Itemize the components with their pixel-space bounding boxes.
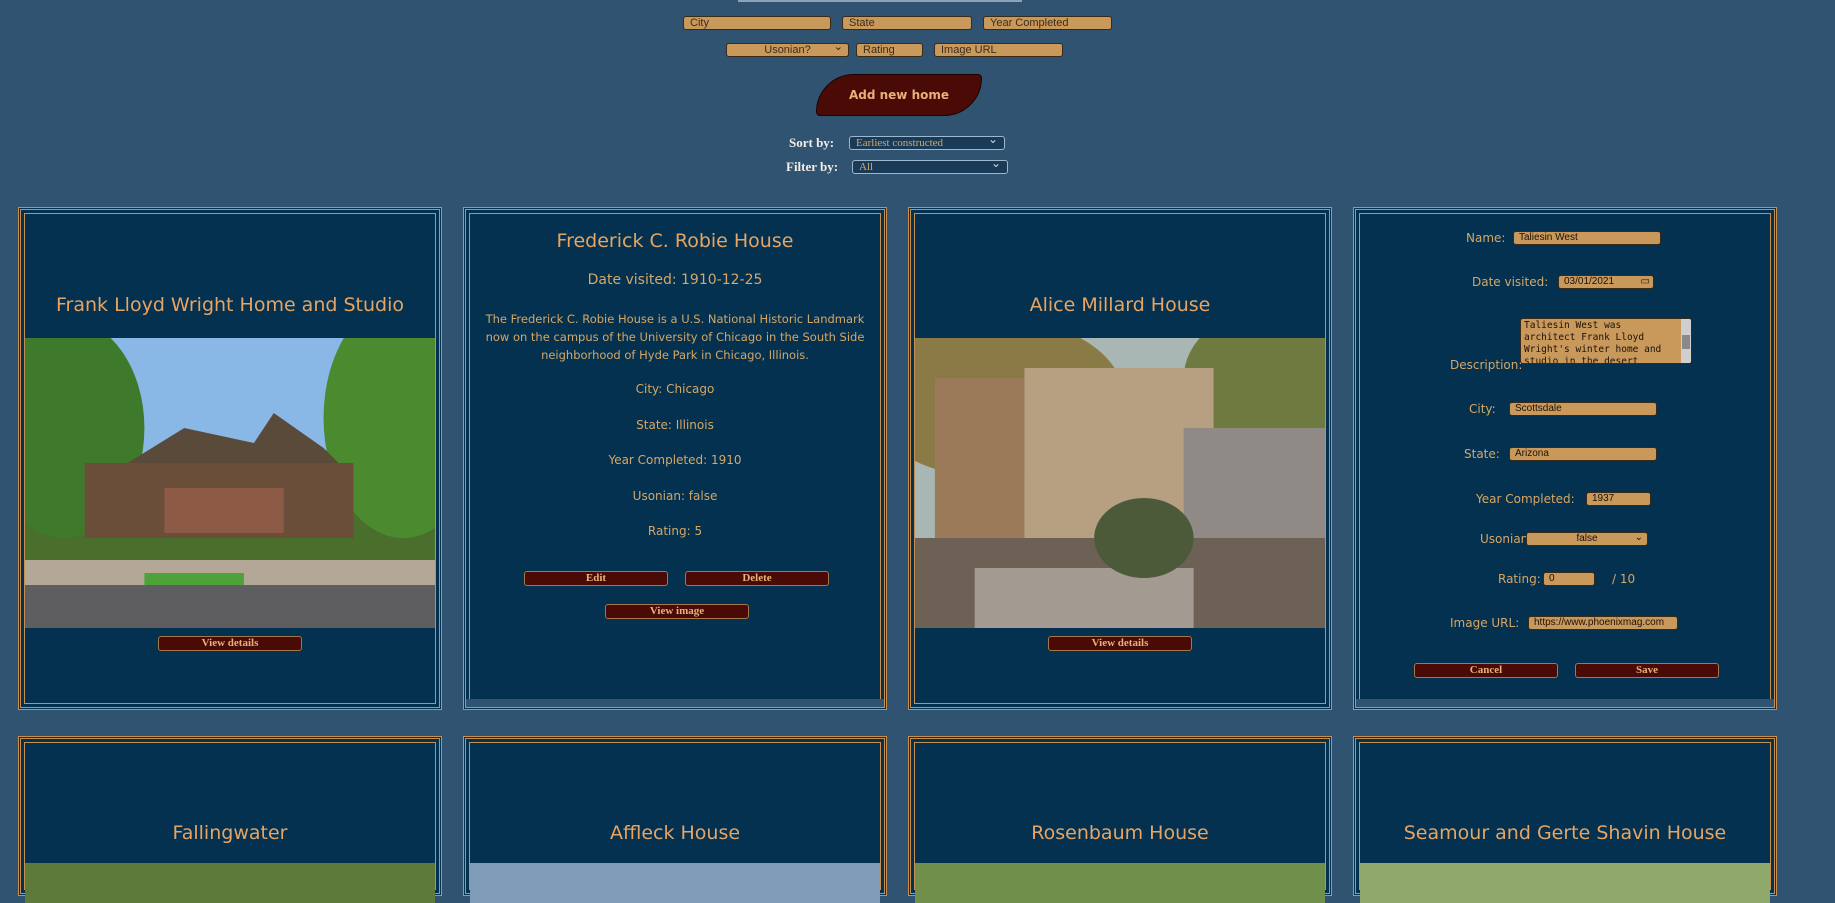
description-value: Taliesin West was architect Frank Lloyd … bbox=[1524, 320, 1662, 364]
home-card: Frank Lloyd Wright Home and Studio View … bbox=[18, 207, 442, 710]
card-title: Seamour and Gerte Shavin House bbox=[1403, 822, 1727, 844]
home-image bbox=[1360, 863, 1770, 903]
card-title: Alice Millard House bbox=[1029, 294, 1211, 316]
rating-input[interactable]: 0 bbox=[1543, 572, 1595, 586]
home-card-expanded: Frederick C. Robie House Date visited: 1… bbox=[463, 207, 887, 710]
city-label: City: bbox=[1469, 402, 1496, 416]
description-label: Description: bbox=[1450, 358, 1523, 372]
view-details-button[interactable]: View details bbox=[158, 636, 302, 651]
usonian-label: Usonian: bbox=[1480, 532, 1533, 546]
filter-label: Filter by: bbox=[786, 159, 839, 174]
page-top-divider bbox=[738, 0, 1022, 2]
home-image bbox=[915, 338, 1325, 628]
sort-label: Sort by: bbox=[789, 135, 835, 150]
card-title: Frederick C. Robie House bbox=[556, 230, 794, 252]
view-details-button[interactable]: View details bbox=[1048, 636, 1192, 651]
name-input[interactable]: Taliesin West bbox=[1513, 231, 1661, 245]
city-input[interactable]: City bbox=[683, 16, 831, 30]
home-card: Affleck House bbox=[463, 736, 887, 903]
home-image bbox=[25, 863, 435, 903]
date-visited: Date visited: 1910-12-25 bbox=[587, 272, 763, 288]
edit-button[interactable]: Edit bbox=[524, 571, 668, 586]
home-card: Rosenbaum House bbox=[908, 736, 1332, 903]
home-card: Seamour and Gerte Shavin House bbox=[1353, 736, 1777, 903]
save-button[interactable]: Save bbox=[1575, 663, 1719, 678]
home-image bbox=[915, 863, 1325, 903]
rating-text: Rating: 5 bbox=[647, 524, 703, 538]
usonian-text: Usonian: false bbox=[632, 489, 718, 503]
date-input[interactable]: 03/01/2021 ▭ bbox=[1558, 275, 1654, 289]
chevron-down-icon: ⌄ bbox=[1634, 532, 1643, 543]
home-image bbox=[25, 338, 435, 628]
state-input[interactable]: Arizona bbox=[1509, 447, 1657, 461]
filter-select[interactable]: All bbox=[852, 157, 1008, 174]
year-label: Year Completed: bbox=[1476, 492, 1575, 506]
image-url-label: Image URL: bbox=[1450, 616, 1520, 630]
card-title: Frank Lloyd Wright Home and Studio bbox=[56, 294, 404, 316]
city-input[interactable]: Scottsdale bbox=[1509, 402, 1657, 416]
image-url-input[interactable]: https://www.phoenixmag.com bbox=[1528, 616, 1678, 630]
usonian-select[interactable]: false ⌄ bbox=[1526, 532, 1648, 546]
state-label: State: bbox=[1464, 447, 1500, 461]
textarea-scrollbar[interactable] bbox=[1681, 319, 1691, 363]
city-text: City: Chicago bbox=[635, 382, 715, 396]
card-footer-bar bbox=[466, 699, 884, 707]
image-url-input[interactable]: Image URL bbox=[934, 43, 1063, 57]
year-input[interactable]: 1937 bbox=[1586, 492, 1651, 506]
sort-select[interactable]: Earliest constructed bbox=[849, 133, 1005, 150]
usonian-select[interactable]: Usonian? bbox=[726, 43, 849, 57]
card-footer-bar bbox=[1356, 699, 1774, 707]
home-card: Alice Millard House View details bbox=[908, 207, 1332, 710]
year-text: Year Completed: 1910 bbox=[608, 453, 742, 467]
year-completed-input[interactable]: Year Completed bbox=[983, 16, 1112, 30]
usonian-value: false bbox=[1576, 533, 1598, 544]
date-value: 03/01/2021 bbox=[1564, 276, 1615, 287]
home-edit-card: Name: Taliesin West Date visited: 03/01/… bbox=[1353, 207, 1777, 710]
rating-label: Rating: bbox=[1498, 572, 1541, 586]
card-title: Fallingwater bbox=[172, 822, 288, 844]
calendar-icon[interactable]: ▭ bbox=[1641, 276, 1650, 288]
rating-input[interactable]: Rating bbox=[856, 43, 923, 57]
card-title: Affleck House bbox=[609, 822, 741, 844]
description: The Frederick C. Robie House is a U.S. N… bbox=[485, 312, 865, 362]
rating-suffix: / 10 bbox=[1612, 572, 1636, 586]
cancel-button[interactable]: Cancel bbox=[1414, 663, 1558, 678]
description-textarea[interactable]: Taliesin West was architect Frank Lloyd … bbox=[1520, 318, 1692, 364]
date-label: Date visited: bbox=[1472, 275, 1549, 289]
add-new-home-button[interactable]: Add new home bbox=[816, 74, 982, 116]
home-card: Fallingwater bbox=[18, 736, 442, 903]
state-input[interactable]: State bbox=[842, 16, 972, 30]
home-image bbox=[470, 863, 880, 903]
card-title: Rosenbaum House bbox=[1031, 822, 1209, 844]
delete-button[interactable]: Delete bbox=[685, 571, 829, 586]
state-text: State: Illinois bbox=[636, 418, 714, 432]
view-image-button[interactable]: View image bbox=[605, 604, 749, 619]
name-label: Name: bbox=[1466, 231, 1506, 245]
